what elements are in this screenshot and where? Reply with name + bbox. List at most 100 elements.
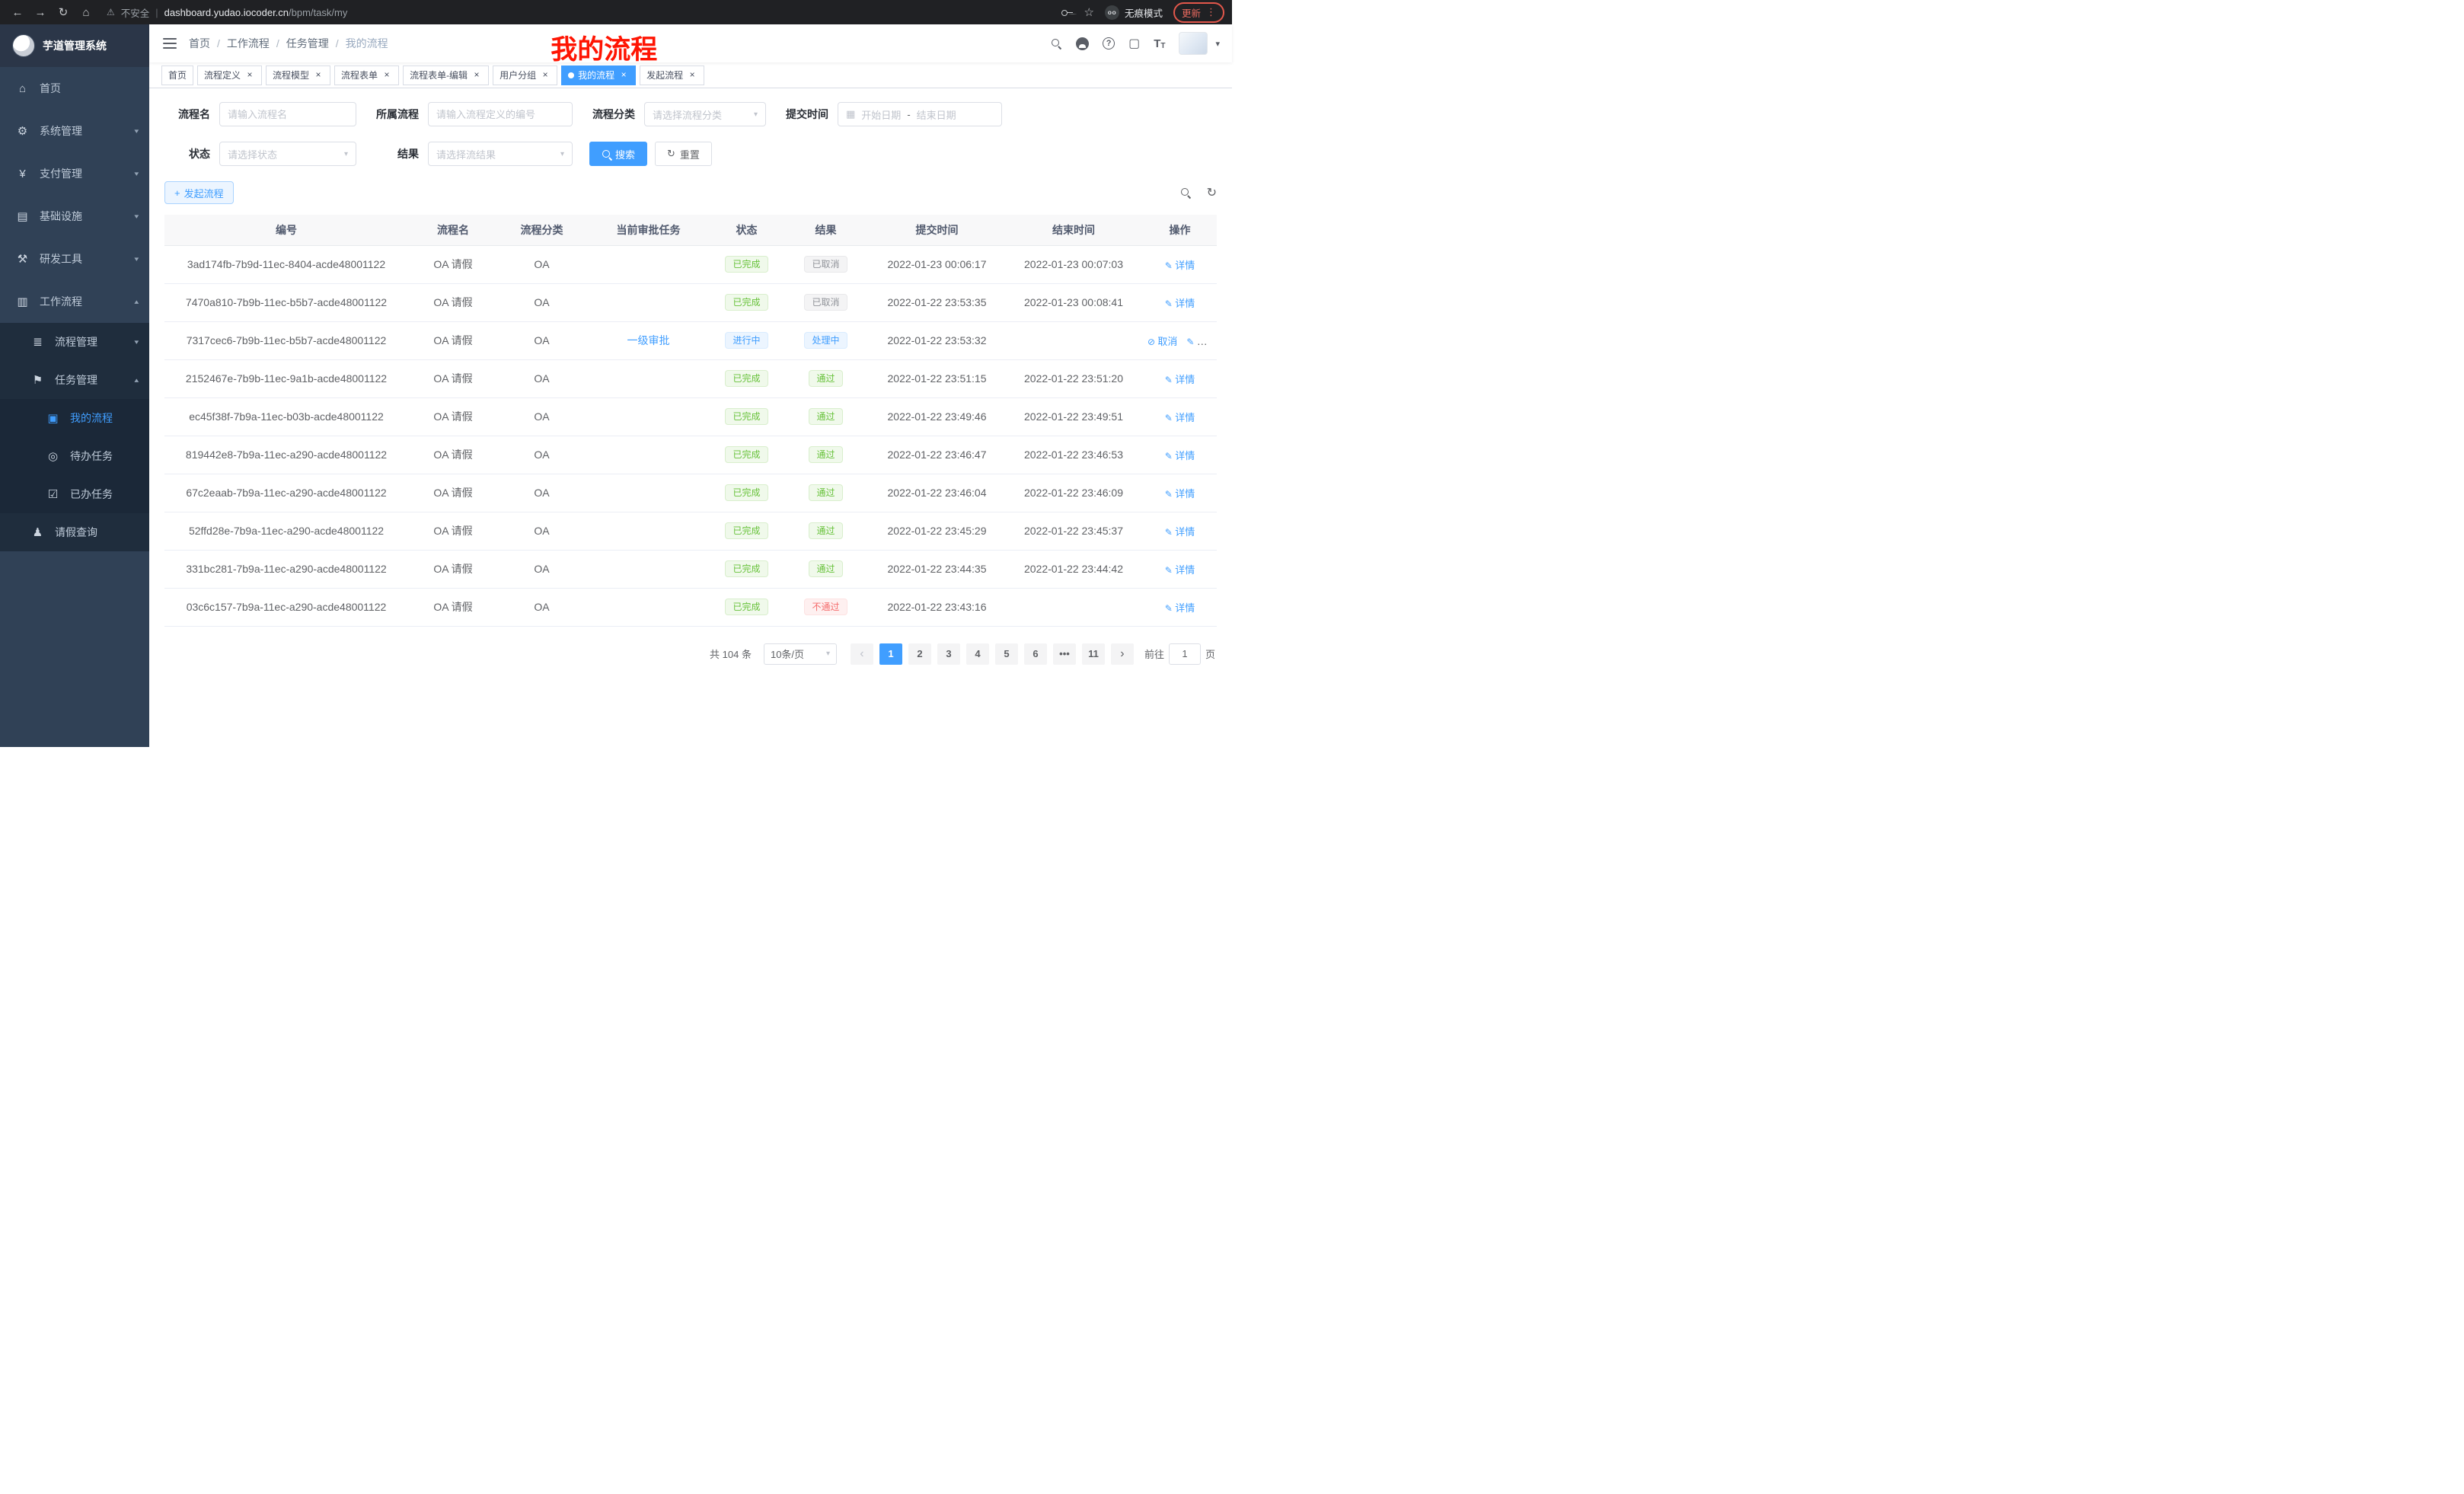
detail-link[interactable]: 详情 xyxy=(1165,526,1195,538)
tab-close-icon[interactable]: × xyxy=(381,70,392,81)
breadcrumb-item[interactable]: 首页 xyxy=(189,36,210,51)
browser-forward-button[interactable]: → xyxy=(30,3,50,21)
caret-down-icon[interactable]: ▾ xyxy=(1215,39,1220,49)
sidebar-item-label: 任务管理 xyxy=(55,372,97,388)
page-button[interactable]: 4 xyxy=(966,643,989,665)
detail-link[interactable]: 详情 xyxy=(1165,374,1195,385)
page-button[interactable]: 1 xyxy=(879,643,902,665)
detail-link[interactable]: 详情 xyxy=(1165,412,1195,423)
fullscreen-icon[interactable]: ▢ xyxy=(1128,36,1140,51)
detail-link[interactable]: 详情 xyxy=(1165,488,1195,500)
font-size-icon[interactable] xyxy=(1154,37,1165,50)
tab-close-icon[interactable]: × xyxy=(471,70,482,81)
sidebar-item-process-management[interactable]: ≣ 流程管理 ▾ xyxy=(0,323,149,361)
cell-submit-time: 2022-01-22 23:51:15 xyxy=(870,359,1004,397)
search-button[interactable]: 搜索 xyxy=(589,142,647,166)
initiate-process-button[interactable]: + 发起流程 xyxy=(164,181,234,204)
next-page-button[interactable]: › xyxy=(1111,643,1134,665)
date-range-picker[interactable]: ▦ 开始日期 - 结束日期 xyxy=(838,102,1002,126)
cell-category: OA xyxy=(498,359,586,397)
tab-process-form-edit[interactable]: 流程表单-编辑× xyxy=(403,65,489,85)
cell-name: OA 请假 xyxy=(408,397,498,436)
column-header-submit-time: 提交时间 xyxy=(870,215,1004,245)
page-more-button[interactable]: ••• xyxy=(1053,643,1076,665)
detail-link[interactable]: 详情 xyxy=(1186,336,1216,347)
sidebar-item-infrastructure[interactable]: ▤ 基础设施 ▾ xyxy=(0,195,149,238)
tab-my-process[interactable]: 我的流程× xyxy=(561,65,636,85)
tab-close-icon[interactable]: × xyxy=(313,70,324,81)
sidebar-item-home[interactable]: ⌂ 首页 xyxy=(0,67,149,110)
detail-link[interactable]: 详情 xyxy=(1165,298,1195,309)
detail-link[interactable]: 详情 xyxy=(1165,450,1195,461)
cancel-link[interactable]: 取消 xyxy=(1147,336,1177,347)
cell-result: 已取消 xyxy=(782,245,870,283)
page-button[interactable]: 2 xyxy=(908,643,931,665)
status-select[interactable]: 请选择状态 ▾ xyxy=(219,142,356,166)
avatar[interactable] xyxy=(1179,32,1208,55)
tab-close-icon[interactable]: × xyxy=(618,70,629,81)
toggle-search-icon[interactable] xyxy=(1180,187,1192,199)
cell-status: 已完成 xyxy=(711,474,782,512)
sidebar-item-devtools[interactable]: ⚒ 研发工具 ▾ xyxy=(0,238,149,280)
task-link[interactable]: 一级审批 xyxy=(627,334,670,346)
reset-button-label: 重置 xyxy=(680,147,700,161)
tab-user-group[interactable]: 用户分组× xyxy=(493,65,557,85)
browser-back-button[interactable]: ← xyxy=(8,3,27,21)
page-button[interactable]: 11 xyxy=(1082,643,1105,665)
refresh-table-icon[interactable]: ↻ xyxy=(1207,185,1217,200)
sidebar-collapse-icon[interactable] xyxy=(163,38,177,49)
result-badge: 通过 xyxy=(809,560,842,577)
tab-close-icon[interactable]: × xyxy=(244,70,255,81)
incognito-badge[interactable]: 无痕模式 xyxy=(1105,5,1163,20)
github-icon[interactable] xyxy=(1076,37,1089,50)
table-row: 331bc281-7b9a-11ec-a290-acde48001122 OA … xyxy=(164,550,1217,588)
detail-link[interactable]: 详情 xyxy=(1165,602,1195,614)
category-select[interactable]: 请选择流程分类 ▾ xyxy=(644,102,766,126)
tab-process-definition[interactable]: 流程定义× xyxy=(197,65,262,85)
sidebar-item-leave-query[interactable]: ♟ 请假查询 xyxy=(0,513,149,551)
search-icon[interactable] xyxy=(1051,38,1062,49)
page-button[interactable]: 5 xyxy=(995,643,1018,665)
page-button[interactable]: 6 xyxy=(1024,643,1047,665)
sidebar-item-task-management[interactable]: ⚑ 任务管理 ▴ xyxy=(0,361,149,399)
password-key-icon[interactable] xyxy=(1061,6,1074,18)
result-select[interactable]: 请选择流结果 ▾ xyxy=(428,142,573,166)
status-badge: 已完成 xyxy=(725,522,768,539)
tab-close-icon[interactable]: × xyxy=(540,70,551,81)
browser-toolbar: ← → ↻ ⌂ ⚠ 不安全 | dashboard.yudao.iocoder.… xyxy=(0,0,1232,24)
sidebar-item-todo-tasks[interactable]: ◎ 待办任务 xyxy=(0,437,149,475)
page-button[interactable]: 3 xyxy=(937,643,960,665)
tab-close-icon[interactable]: × xyxy=(687,70,697,81)
breadcrumb-item[interactable]: 工作流程 xyxy=(227,36,270,51)
bookmark-star-icon[interactable]: ☆ xyxy=(1084,5,1094,19)
table-row: 819442e8-7b9a-11ec-a290-acde48001122 OA … xyxy=(164,436,1217,474)
detail-link[interactable]: 详情 xyxy=(1165,564,1195,576)
reset-button[interactable]: ↻ 重置 xyxy=(655,142,712,166)
detail-link[interactable]: 详情 xyxy=(1165,260,1195,271)
sidebar-item-system[interactable]: ⚙ 系统管理 ▾ xyxy=(0,110,149,152)
tab-process-model[interactable]: 流程模型× xyxy=(266,65,330,85)
tab-home[interactable]: 首页 xyxy=(161,65,193,85)
browser-menu-icon[interactable]: ⋮ xyxy=(1206,6,1216,18)
cell-actions: 详情 xyxy=(1143,283,1217,321)
sidebar-item-workflow[interactable]: ▥ 工作流程 ▴ xyxy=(0,280,149,323)
process-definition-input[interactable] xyxy=(428,102,573,126)
browser-reload-button[interactable]: ↻ xyxy=(53,3,73,21)
sidebar-item-done-tasks[interactable]: ☑ 已办任务 xyxy=(0,475,149,513)
goto-page-input[interactable] xyxy=(1169,643,1201,665)
browser-update-button[interactable]: 更新 ⋮ xyxy=(1173,2,1224,23)
breadcrumb-item[interactable]: 任务管理 xyxy=(286,36,329,51)
browser-home-button[interactable]: ⌂ xyxy=(76,3,96,21)
security-label[interactable]: 不安全 xyxy=(121,5,150,20)
sidebar-item-my-process[interactable]: ▣ 我的流程 xyxy=(0,399,149,437)
tab-initiate-process[interactable]: 发起流程× xyxy=(640,65,704,85)
process-name-input[interactable] xyxy=(219,102,356,126)
app-logo[interactable]: 芋道管理系统 xyxy=(0,24,149,67)
sidebar-item-payment[interactable]: ¥ 支付管理 ▾ xyxy=(0,152,149,195)
page-size-select[interactable]: 10条/页 ▾ xyxy=(764,643,837,665)
prev-page-button[interactable]: ‹ xyxy=(851,643,873,665)
filter-process-name: 流程名 xyxy=(164,102,356,126)
tab-process-form[interactable]: 流程表单× xyxy=(334,65,399,85)
help-icon[interactable] xyxy=(1103,37,1115,49)
address-bar[interactable]: ⚠ 不安全 | dashboard.yudao.iocoder.cn/bpm/t… xyxy=(107,5,347,20)
